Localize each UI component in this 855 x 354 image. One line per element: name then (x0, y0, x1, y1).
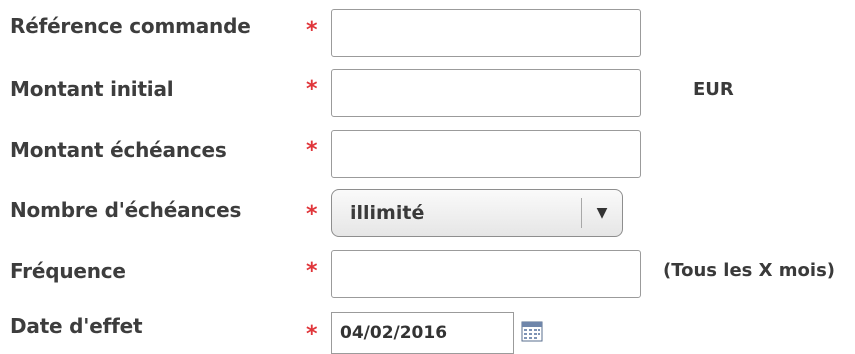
montant-echeances-label: Montant échéances (10, 138, 227, 162)
reference-commande-label: Référence commande (10, 14, 251, 38)
required-asterisk: * (306, 138, 318, 163)
required-asterisk: * (306, 259, 318, 284)
select-value: illimité (350, 202, 425, 224)
date-effet-label: Date d'effet (10, 314, 143, 338)
montant-initial-label: Montant initial (10, 77, 174, 101)
currency-label: EUR (693, 79, 734, 100)
nombre-echeances-select[interactable]: illimité ▼ (331, 189, 623, 237)
date-effet-input[interactable] (331, 312, 514, 354)
required-asterisk: * (306, 202, 318, 227)
calendar-icon[interactable] (521, 320, 543, 342)
reference-commande-input[interactable] (331, 9, 641, 57)
frequence-label: Fréquence (10, 259, 126, 283)
montant-initial-input[interactable] (331, 69, 641, 117)
required-asterisk: * (306, 18, 318, 43)
required-asterisk: * (306, 322, 318, 347)
required-asterisk: * (306, 77, 318, 102)
nombre-echeances-label: Nombre d'échéances (10, 198, 242, 222)
montant-echeances-input[interactable] (331, 130, 641, 178)
chevron-down-icon[interactable]: ▼ (582, 205, 622, 221)
frequence-hint: (Tous les X mois) (663, 260, 836, 281)
frequence-input[interactable] (331, 250, 641, 298)
